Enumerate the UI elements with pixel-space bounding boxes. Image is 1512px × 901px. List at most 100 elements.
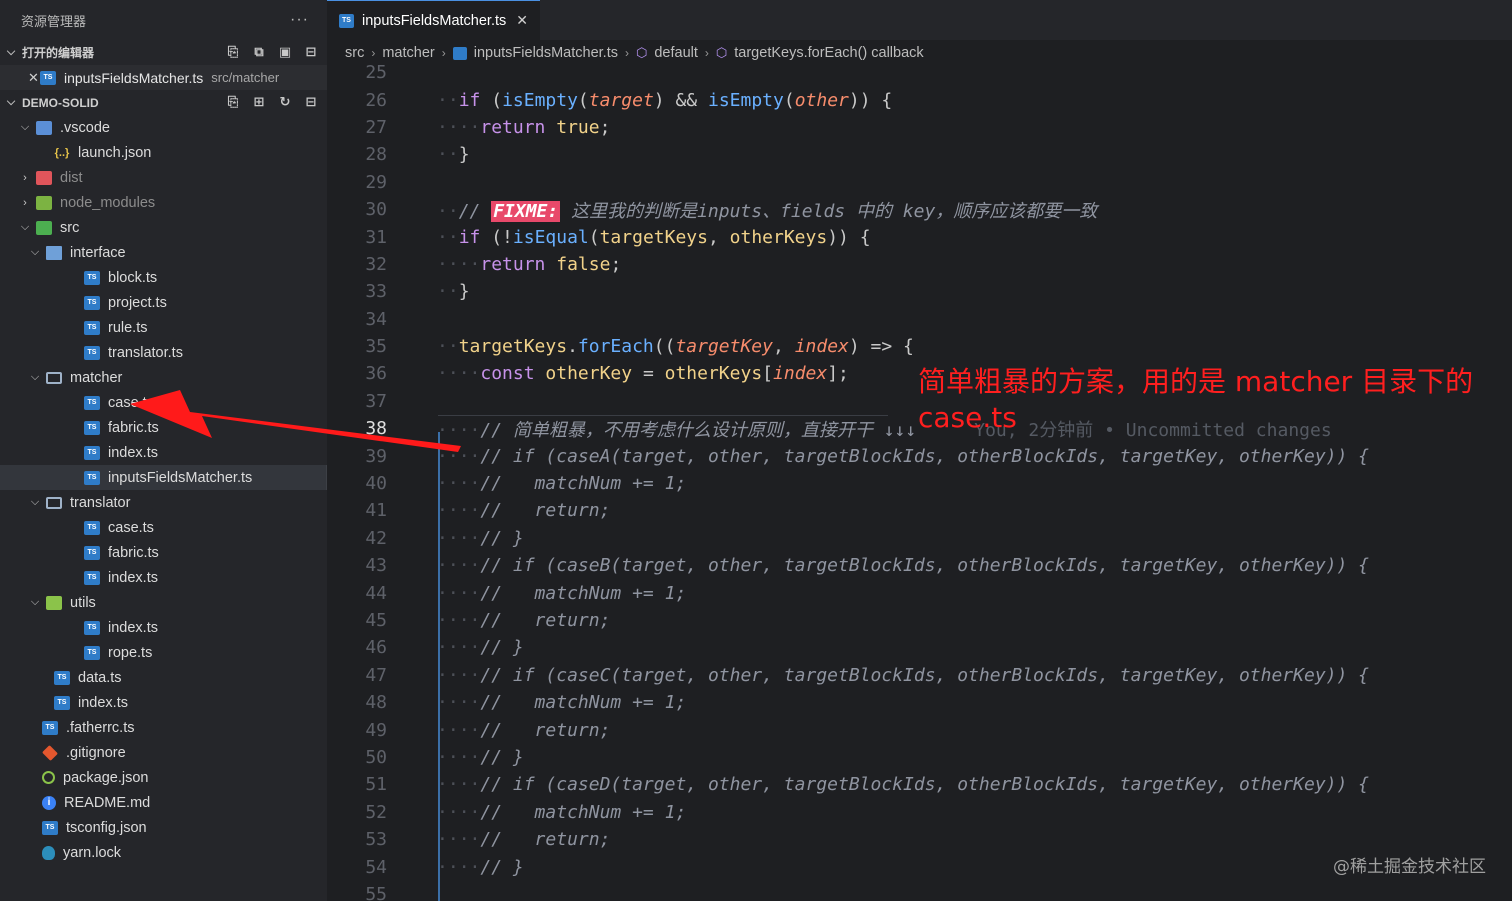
code-line[interactable]: 33 ··} <box>327 278 1512 305</box>
code-line[interactable]: 25 <box>327 59 1512 86</box>
code-line[interactable]: 50 ····// } <box>327 744 1512 771</box>
ts-file-icon: TS <box>54 670 70 685</box>
code-text: ····// matchNum += 1; <box>437 582 687 604</box>
code-line[interactable]: 41 ····// return; <box>327 497 1512 524</box>
tree-item[interactable]: TS data.ts <box>0 665 327 690</box>
project-label: DEMO-SOLID <box>22 95 99 110</box>
tree-item[interactable]: ⌵ matcher <box>0 365 327 390</box>
close-all-icon[interactable]: ⊟ <box>303 44 319 60</box>
new-folder-icon[interactable]: ⊞ <box>251 94 267 110</box>
tree-item[interactable]: ⌵ interface <box>0 240 327 265</box>
code-line[interactable]: 52 ····// matchNum += 1; <box>327 799 1512 826</box>
open-editor-item[interactable]: ✕ TS inputsFieldsMatcher.ts src/matcher <box>0 65 327 90</box>
code-line[interactable]: 31 ··if (!isEqual(targetKeys, otherKeys))… <box>327 223 1512 250</box>
refresh-icon[interactable]: ↻ <box>277 94 293 110</box>
code-text: ····// } <box>437 527 524 549</box>
code-line[interactable]: 28 ··} <box>327 141 1512 168</box>
tree-item[interactable]: TS rope.ts <box>0 640 327 665</box>
code-line[interactable]: 32 ····return false; <box>327 251 1512 278</box>
more-actions-icon[interactable]: ··· <box>290 11 309 29</box>
tree-item[interactable]: TS index.ts <box>0 565 327 590</box>
watermark: @稀土掘金技术社区 <box>1333 857 1486 877</box>
code-line[interactable]: 34 <box>327 306 1512 333</box>
code-text: ····const otherKey = otherKeys[index]; <box>437 363 849 385</box>
tree-item[interactable]: ⌵ .vscode <box>0 115 327 140</box>
code-line[interactable]: 43 ····// if (caseB(target, other, target… <box>327 552 1512 579</box>
chevron-down-icon[interactable]: ⌵ <box>28 371 42 384</box>
tree-item[interactable]: {..} launch.json <box>0 140 327 165</box>
tab-inputs-fields-matcher[interactable]: TS inputsFieldsMatcher.ts ✕ <box>327 0 540 40</box>
explorer-header: 资源管理器 ··· <box>0 0 327 40</box>
explorer-sidebar: 资源管理器 ··· ⌵ 打开的编辑器 ⎘ ⧉ ▣ ⊟ ✕ TS inputsFi… <box>0 0 327 901</box>
tree-item[interactable]: .gitignore <box>0 740 327 765</box>
tree-item[interactable]: TS index.ts <box>0 690 327 715</box>
code-line[interactable]: 51 ····// if (caseD(target, other, target… <box>327 771 1512 798</box>
tree-item[interactable]: TS .fatherrc.ts <box>0 715 327 740</box>
open-editors-section[interactable]: ⌵ 打开的编辑器 ⎘ ⧉ ▣ ⊟ <box>0 40 327 65</box>
tree-item[interactable]: TS index.ts <box>0 615 327 640</box>
tree-item[interactable]: yarn.lock <box>0 840 327 865</box>
code-line[interactable]: 30 ··// FIXME: 这里我的判断是inputs、fields 中的 ke… <box>327 196 1512 223</box>
tree-item[interactable]: TS index.ts <box>0 440 327 465</box>
code-line[interactable]: 44 ····// matchNum += 1; <box>327 579 1512 606</box>
tree-item[interactable]: ⌵ utils <box>0 590 327 615</box>
new-window-icon[interactable]: ⧉ <box>251 44 267 60</box>
code-line[interactable]: 49 ····// return; <box>327 716 1512 743</box>
close-icon[interactable]: ✕ <box>0 70 39 86</box>
code-line[interactable]: 35 ··targetKeys.forEach((targetKey, index… <box>327 333 1512 360</box>
tree-item[interactable]: ⌵ translator <box>0 490 327 515</box>
project-section[interactable]: ⌵ DEMO-SOLID ⎘ ⊞ ↻ ⊟ <box>0 90 327 115</box>
tree-item[interactable]: TS rule.ts <box>0 315 327 340</box>
chevron-right-icon[interactable]: › <box>18 172 32 184</box>
code-line[interactable]: 55 <box>327 881 1512 901</box>
chevron-down-icon[interactable]: ⌵ <box>18 221 32 234</box>
tree-item[interactable]: TS inputsFieldsMatcher.ts <box>0 465 327 490</box>
code-text: ··} <box>437 144 470 166</box>
tree-item[interactable]: ⌵ src <box>0 215 327 240</box>
code-line[interactable]: 27 ····return true; <box>327 114 1512 141</box>
line-number: 28 <box>365 144 387 166</box>
chevron-down-icon[interactable]: ⌵ <box>28 596 42 609</box>
new-file-icon[interactable]: ⎘ <box>225 44 241 60</box>
chevron-down-icon[interactable]: ⌵ <box>28 496 42 509</box>
code-text: ····// if (caseA(target, other, targetBl… <box>437 445 1370 467</box>
chevron-down-icon[interactable]: ⌵ <box>0 46 22 59</box>
tree-item[interactable]: TS case.ts <box>0 390 327 415</box>
chevron-down-icon[interactable]: ⌵ <box>18 121 32 134</box>
tree-item[interactable]: TS fabric.ts <box>0 540 327 565</box>
code-line[interactable]: 26 ··if (isEmpty(target) && isEmpty(other… <box>327 86 1512 113</box>
chevron-right-icon: › <box>625 46 629 60</box>
tree-item[interactable]: TS fabric.ts <box>0 415 327 440</box>
code-line[interactable]: 42 ····// } <box>327 525 1512 552</box>
close-icon[interactable]: ✕ <box>516 12 528 29</box>
code-line[interactable]: 45 ····// return; <box>327 607 1512 634</box>
code-editor[interactable]: 25 26 ··if (isEmpty(target) && isEmpty(oth… <box>327 59 1512 901</box>
code-text: ··if (!isEqual(targetKeys, otherKeys)) { <box>437 226 871 248</box>
code-line[interactable]: 40 ····// matchNum += 1; <box>327 470 1512 497</box>
tree-item-label: case.ts <box>108 394 154 411</box>
tree-item[interactable]: TS tsconfig.json <box>0 815 327 840</box>
code-line[interactable]: 46 ····// } <box>327 634 1512 661</box>
tree-item[interactable]: TS block.ts <box>0 265 327 290</box>
code-line[interactable]: 47 ····// if (caseC(target, other, target… <box>327 662 1512 689</box>
chevron-down-icon[interactable]: ⌵ <box>28 246 42 259</box>
chevron-right-icon[interactable]: › <box>18 197 32 209</box>
tree-item[interactable]: TS project.ts <box>0 290 327 315</box>
code-line[interactable]: 39 ····// if (caseA(target, other, target… <box>327 442 1512 469</box>
chevron-down-icon[interactable]: ⌵ <box>0 96 22 109</box>
tree-item[interactable]: i README.md <box>0 790 327 815</box>
tree-item[interactable]: › dist <box>0 165 327 190</box>
tree-item[interactable]: package.json <box>0 765 327 790</box>
code-line[interactable]: 53 ····// return; <box>327 826 1512 853</box>
code-line[interactable]: 29 <box>327 169 1512 196</box>
code-text: ····// if (caseC(target, other, targetBl… <box>437 664 1370 686</box>
tree-item[interactable]: TS case.ts <box>0 515 327 540</box>
line-number: 54 <box>365 856 387 878</box>
tree-item[interactable]: › node_modules <box>0 190 327 215</box>
save-all-icon[interactable]: ▣ <box>277 44 293 60</box>
line-number: 38 <box>365 418 387 440</box>
collapse-all-icon[interactable]: ⊟ <box>303 94 319 110</box>
code-line[interactable]: 48 ····// matchNum += 1; <box>327 689 1512 716</box>
tree-item[interactable]: TS translator.ts <box>0 340 327 365</box>
new-file-icon[interactable]: ⎘ <box>225 94 241 110</box>
